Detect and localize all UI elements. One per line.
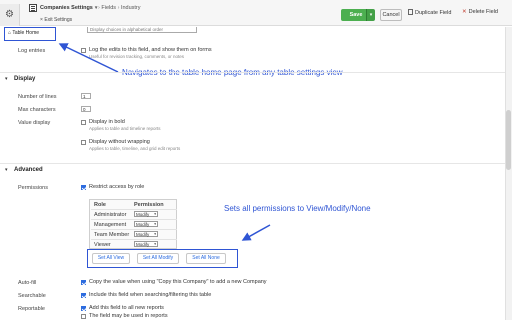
permissions-annotation: Sets all permissions to View/Modify/None [224,204,371,213]
permission-header: Permission [134,202,164,208]
table-row: Team Member Modify ▾ [91,229,177,238]
reportable-new-text: Add this field to all new reports [89,305,164,311]
reportable-label: Reportable [18,306,45,312]
permissions-table: Role Permission Administrator Modify ▾ Ma… [89,199,177,249]
table-row: Administrator Modify ▾ [91,209,177,218]
permission-value: Modify [136,232,150,237]
chevron-down-icon: ▾ [154,232,156,236]
set-all-none-button[interactable]: Set All None [186,253,226,264]
searchable-label: Searchable [18,293,46,299]
chevron-down-icon: ▾ [154,212,156,216]
value-display-label: Value display [18,120,51,126]
scrollbar-track[interactable] [505,27,512,320]
permission-select[interactable]: Modify ▾ [134,241,158,247]
role-name: Management [94,222,127,228]
display-nowrap-text: Display without wrapping [89,139,150,145]
role-name: Administrator [94,212,127,218]
reportable-use-text: The field may be used in reports [89,313,168,319]
reportable-use-checkbox[interactable] [81,314,86,319]
set-all-modify-button[interactable]: Set All Modify [137,253,179,264]
reportable-new-checkbox[interactable] [81,306,86,311]
autofill-label: Auto-fill [18,280,37,286]
display-bold-checkbox[interactable] [81,120,86,125]
searchable-checkbox[interactable] [81,293,86,298]
num-lines-input[interactable]: 1 [81,93,91,99]
num-lines-label: Number of lines [18,94,57,100]
table-row: Management Modify ▾ [91,219,177,228]
set-all-view-button[interactable]: Set All View [92,253,130,264]
display-section-title: Display [14,76,36,82]
scrollbar-thumb[interactable] [506,110,511,170]
restrict-access-text: Restrict access by role [89,184,145,190]
role-header: Role [94,202,106,208]
permissions-arrow [241,224,271,241]
display-nowrap-checkbox[interactable] [81,140,86,145]
searchable-text: Include this field when searching/filter… [89,292,212,298]
chevron-down-icon: ▾ [5,76,8,82]
permission-select[interactable]: Modify ▾ [134,231,158,237]
autofill-checkbox[interactable] [81,280,86,285]
annotation-arrows [58,43,271,241]
role-name: Team Member [94,232,130,238]
advanced-section-header[interactable]: ▾ Advanced [0,163,512,177]
chevron-down-icon: ▾ [154,222,156,226]
max-chars-label: Max characters [18,107,56,113]
display-bold-sub: Applies to table and timeline reports [89,126,161,131]
permission-value: Modify [136,222,150,227]
max-chars-input[interactable]: 0 [81,106,91,112]
display-section-header[interactable]: ▾ Display [0,72,512,86]
table-home-arrow [58,43,119,73]
advanced-section-title: Advanced [14,167,43,173]
permission-select[interactable]: Modify ▾ [134,211,158,217]
permission-value: Modify [136,242,150,247]
restrict-access-checkbox[interactable] [81,185,86,190]
table-row: Viewer Modify ▾ [91,239,177,248]
chevron-down-icon: ▾ [154,242,156,246]
permissions-label: Permissions [18,185,48,191]
autofill-text: Copy the value when using "Copy this Com… [89,279,267,285]
chevron-down-icon: ▾ [5,167,8,173]
permission-value: Modify [136,212,150,217]
display-bold-text: Display in bold [89,119,125,125]
role-name: Viewer [94,242,111,248]
permission-select[interactable]: Modify ▾ [134,221,158,227]
display-nowrap-sub: Applies to table, timeline, and grid edi… [89,146,181,151]
